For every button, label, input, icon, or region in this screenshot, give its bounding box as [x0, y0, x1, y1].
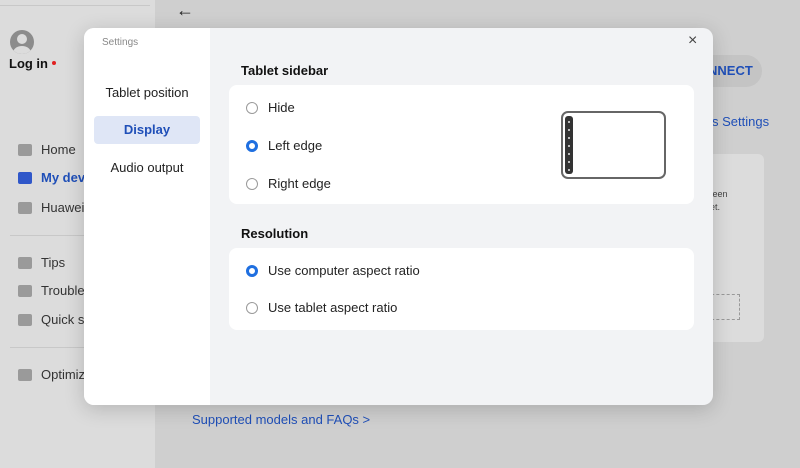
radio-left-edge[interactable]: Left edge [246, 138, 322, 153]
settings-dialog: Settings Tablet position Display Audio o… [84, 28, 713, 405]
sidebar-item-quick-service[interactable]: Quick se [18, 312, 92, 327]
radio-label: Left edge [268, 138, 323, 153]
resolution-title: Resolution [241, 226, 309, 241]
menu-item-audio-output[interactable]: Audio output [94, 154, 200, 182]
settings-menu: Settings Tablet position Display Audio o… [84, 28, 210, 405]
sidebar-preview-bar [565, 116, 573, 174]
radio-button[interactable] [246, 301, 258, 314]
avatar-icon[interactable] [10, 30, 34, 54]
sidebar-item-huawei[interactable]: Huawei [18, 200, 84, 215]
close-icon[interactable]: × [688, 32, 697, 50]
supported-models-link[interactable]: Supported models and FAQs > [192, 412, 370, 427]
radio-tablet-aspect-ratio[interactable]: Use tablet aspect ratio [246, 300, 397, 315]
settings-link[interactable]: s Settings [712, 114, 769, 129]
sidebar-item-optimize[interactable]: Optimiz [18, 367, 85, 382]
menu-item-tablet-position[interactable]: Tablet position [94, 79, 200, 107]
radio-computer-aspect-ratio[interactable]: Use computer aspect ratio [246, 263, 420, 278]
sidebar-item-label: Home [41, 142, 76, 157]
sidebar-item-my-devices[interactable]: My devi [18, 170, 89, 185]
tablet-sidebar-title: Tablet sidebar [241, 63, 329, 78]
radio-hide[interactable]: Hide [246, 100, 295, 115]
sidebar-item-label: Tips [41, 255, 66, 270]
wrench-icon [18, 284, 32, 297]
sidebar-item-label: Huawei [41, 200, 85, 215]
sidebar-item-label: My devi [41, 170, 89, 185]
sidebar-item-home[interactable]: Home [18, 142, 76, 157]
home-icon [18, 143, 32, 156]
radio-button[interactable] [246, 177, 258, 190]
radio-button[interactable] [246, 101, 258, 114]
resolution-card: Use computer aspect ratio Use tablet asp… [229, 248, 694, 330]
menu-item-display[interactable]: Display [94, 116, 200, 144]
radio-button-checked[interactable] [246, 139, 258, 152]
tablet-sidebar-card: Hide Left edge Right edge [229, 85, 694, 204]
radio-label: Use computer aspect ratio [268, 263, 420, 278]
notification-dot [52, 61, 56, 65]
device-icon [18, 171, 32, 184]
shield-icon [18, 313, 32, 326]
radio-right-edge[interactable]: Right edge [246, 176, 331, 191]
login-link[interactable]: Log in [9, 56, 48, 71]
radio-label: Use tablet aspect ratio [268, 300, 398, 315]
top-partial-bar [0, 0, 150, 6]
radio-button-checked[interactable] [246, 264, 258, 277]
sidebar-item-tips[interactable]: Tips [18, 255, 65, 270]
radio-label: Right edge [268, 176, 331, 191]
sidebar-item-label: Optimiz [41, 367, 86, 382]
dialog-title: Settings [102, 37, 139, 48]
tablet-preview-icon [561, 111, 666, 179]
tips-icon [18, 256, 32, 269]
radio-label: Hide [268, 100, 295, 115]
optimize-icon [18, 368, 32, 381]
sidebar-item-troubleshoot[interactable]: Troubles [18, 283, 91, 298]
share-icon [18, 201, 32, 214]
back-arrow-icon[interactable]: ← [176, 0, 194, 21]
